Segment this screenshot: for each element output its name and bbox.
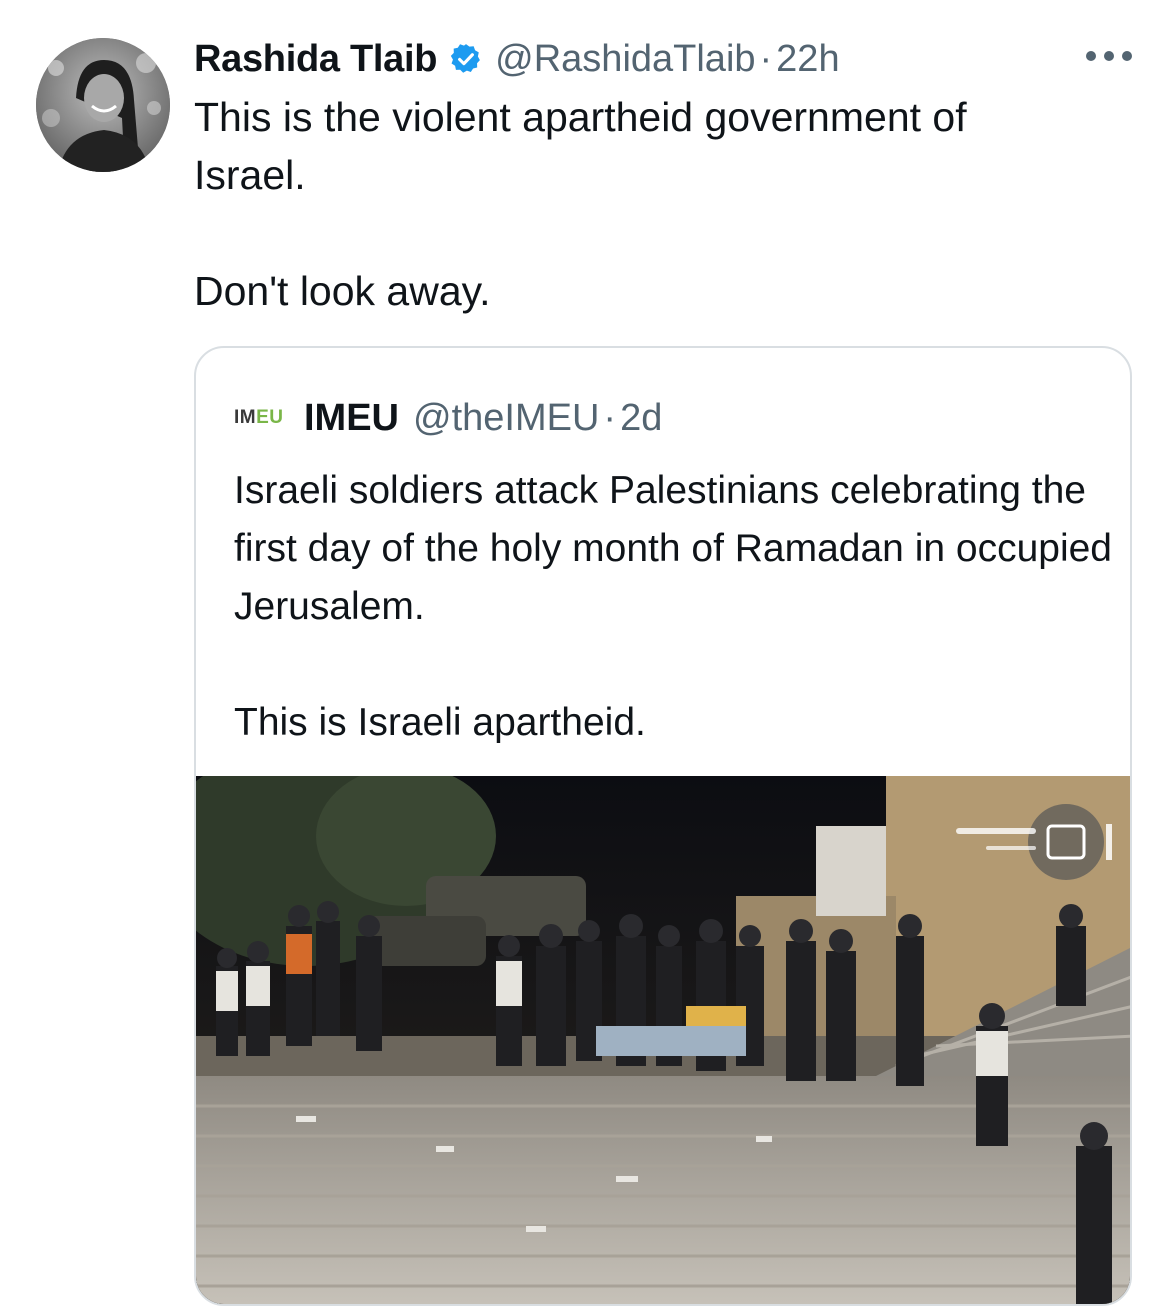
tweet-timestamp[interactable]: 22h (776, 38, 839, 81)
quoted-header-separator: · (603, 396, 617, 439)
tweet-header: Rashida Tlaib @RashidaTlaib · 22h (194, 34, 840, 84)
quoted-tweet-header: IM EU IMEU @theIMEU · 2d (234, 396, 662, 440)
quoted-timestamp[interactable]: 2d (620, 397, 662, 440)
author-avatar[interactable] (36, 38, 170, 172)
quoted-tweet[interactable]: IM EU IMEU @theIMEU · 2d Israeli soldiers… (194, 346, 1132, 1306)
quoted-video[interactable] (196, 776, 1130, 1304)
tweet-text-line: This is the violent apartheid government… (194, 94, 967, 140)
imeu-logo-avatar[interactable]: IM EU (234, 400, 290, 436)
quoted-text-paragraph: This is Israeli apartheid. (234, 701, 646, 744)
header-separator: · (759, 37, 773, 80)
quoted-handle[interactable]: @theIMEU (413, 397, 599, 440)
more-horizontal-icon[interactable] (1086, 46, 1132, 66)
tweet-text-line: Don't look away. (194, 268, 491, 314)
author-display-name[interactable]: Rashida Tlaib (194, 38, 437, 81)
author-handle[interactable]: @RashidaTlaib (495, 38, 755, 81)
tweet-text: This is the violent apartheid government… (194, 88, 1094, 320)
verified-badge-icon[interactable] (449, 42, 483, 76)
quoted-tweet-text: Israeli soldiers attack Palestinians cel… (234, 462, 1114, 752)
tweet[interactable]: Rashida Tlaib @RashidaTlaib · 22h This i… (0, 0, 1170, 1306)
tweet-text-line: Israel. (194, 152, 306, 198)
quoted-text-paragraph: Israeli soldiers attack Palestinians cel… (234, 469, 1112, 628)
quoted-display-name[interactable]: IMEU (304, 397, 399, 440)
